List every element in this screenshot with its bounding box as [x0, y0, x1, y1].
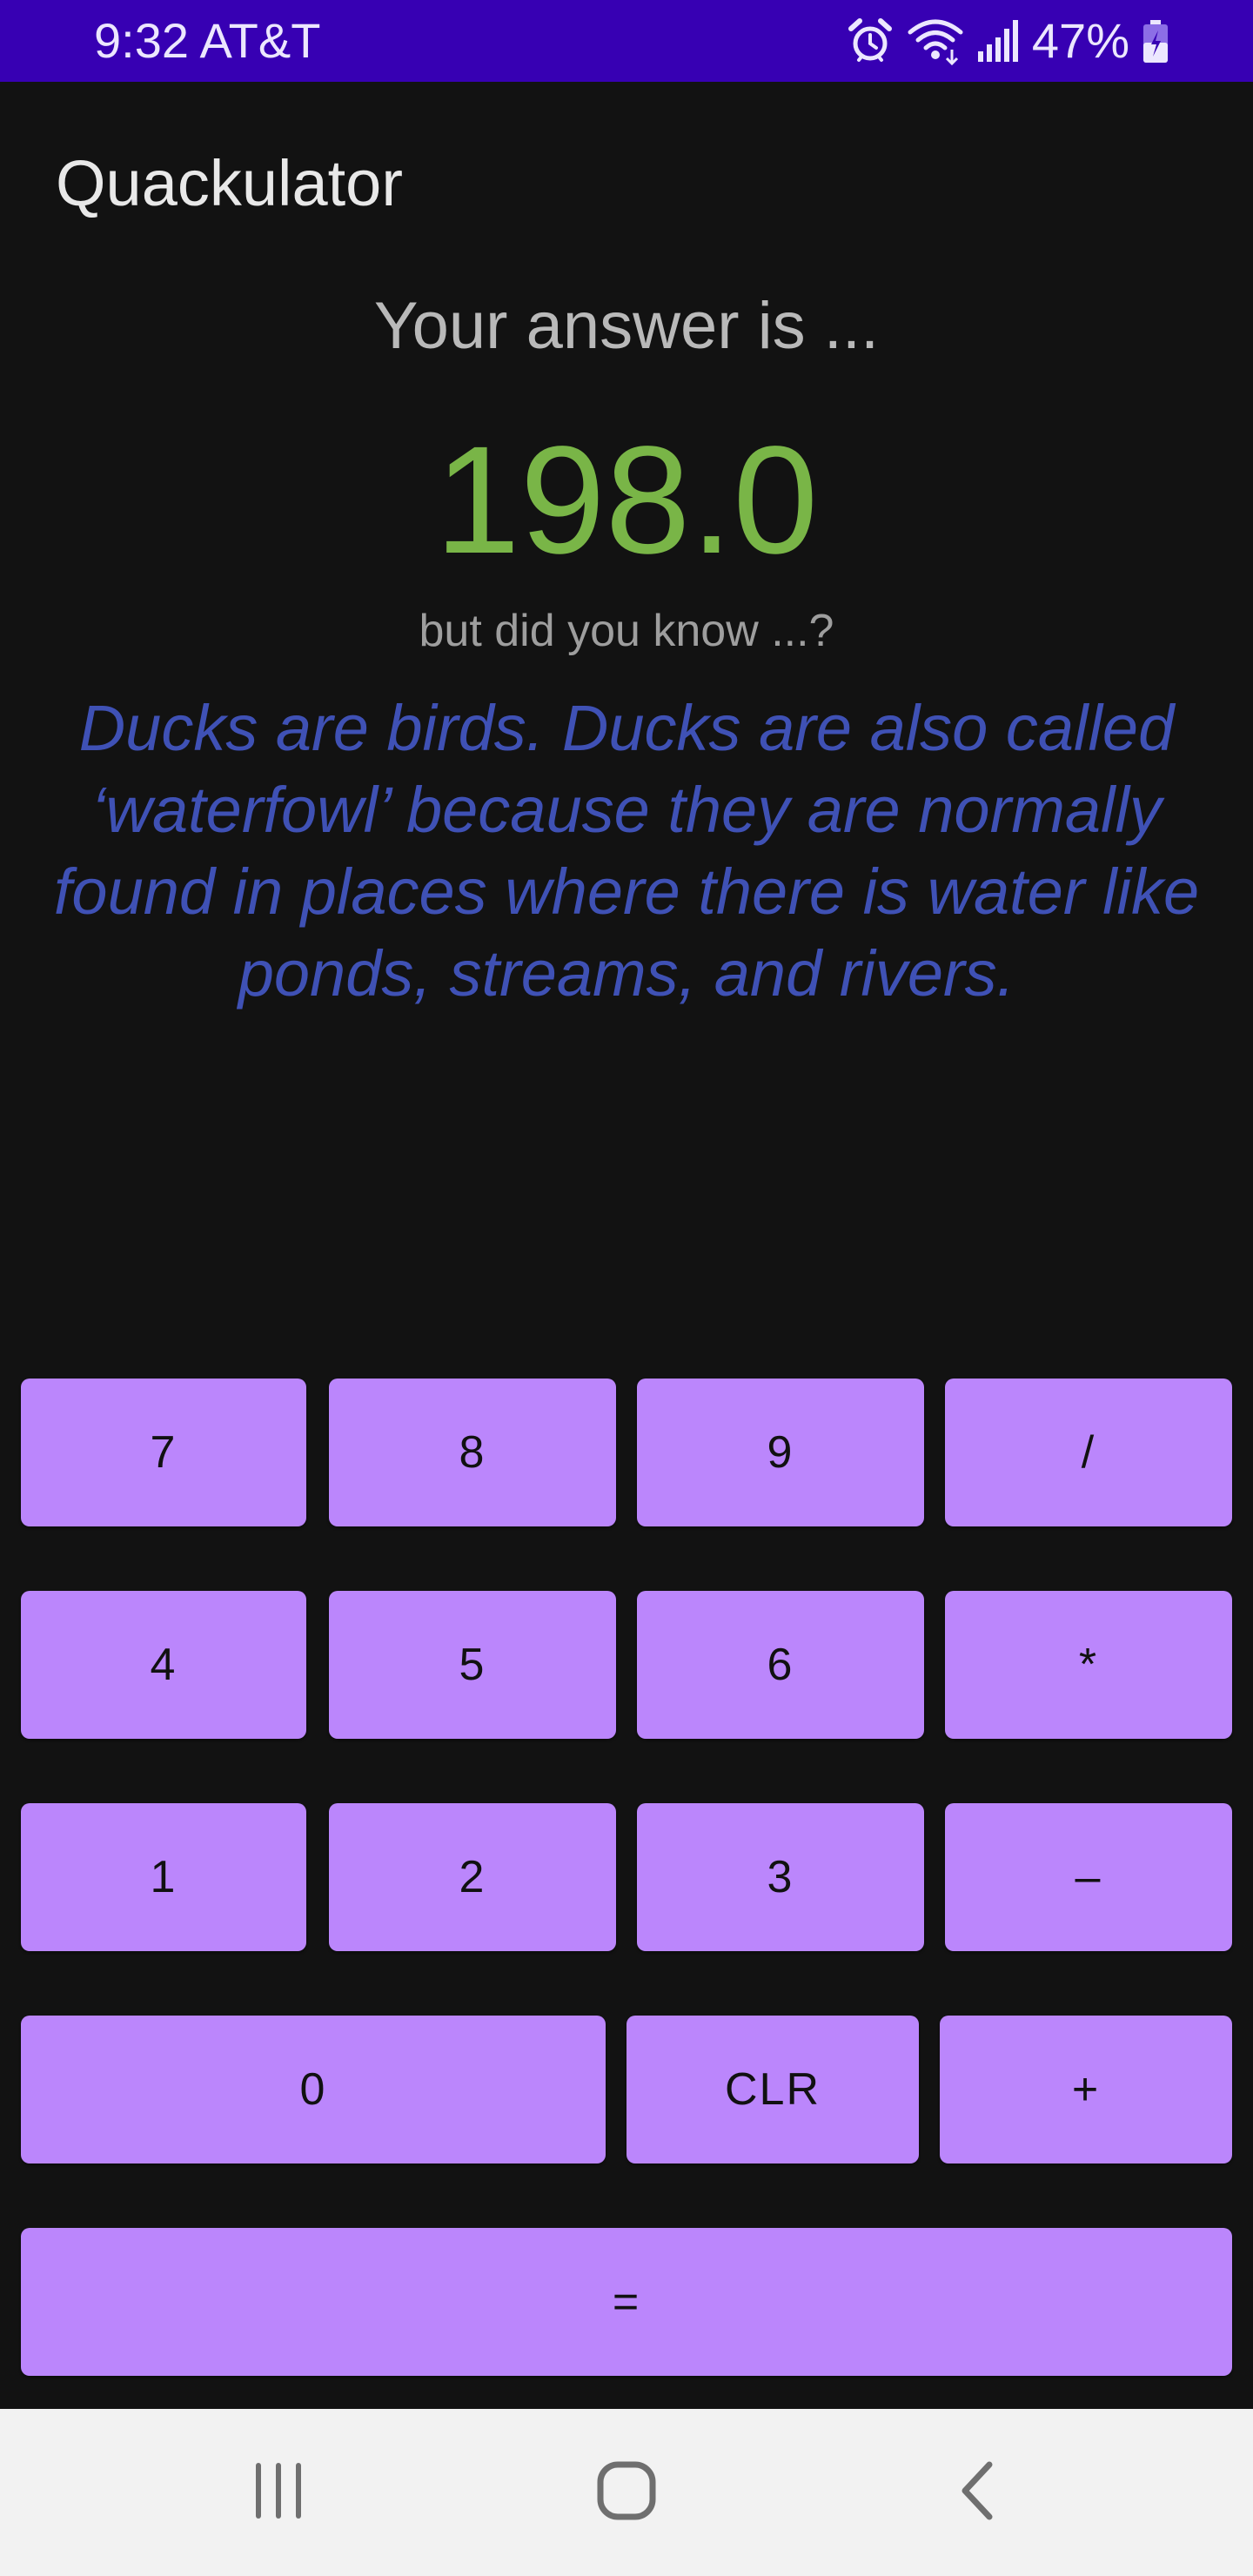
app-title: Quackulator	[56, 147, 403, 219]
back-icon	[956, 2460, 1000, 2526]
recent-apps-button[interactable]	[191, 2409, 365, 2576]
key-add[interactable]: +	[940, 2016, 1232, 2163]
home-button[interactable]	[539, 2409, 714, 2576]
status-icons: 47%	[846, 10, 1169, 71]
status-bar: 9:32 AT&T 47%	[0, 0, 1253, 82]
back-button[interactable]	[891, 2409, 1065, 2576]
key-equals[interactable]: =	[21, 2228, 1232, 2376]
navigation-bar	[0, 2409, 1253, 2576]
answer-value: 198.0	[434, 415, 819, 586]
recent-apps-icon	[251, 2461, 306, 2525]
alarm-icon	[846, 17, 895, 65]
battery-percent: 47%	[1031, 13, 1129, 68]
key-5[interactable]: 5	[329, 1591, 616, 1739]
duck-fact: Ducks are birds. Ducks are also called ‘…	[53, 692, 1200, 1010]
key-multiply[interactable]: *	[945, 1591, 1232, 1739]
key-9[interactable]: 9	[637, 1379, 924, 1526]
key-6[interactable]: 6	[637, 1591, 924, 1739]
signal-icon	[976, 17, 1020, 65]
battery-icon	[1142, 17, 1169, 65]
home-icon	[596, 2460, 657, 2526]
screen: 9:32 AT&T 47% Quackulator Your answer is…	[0, 0, 1253, 2576]
key-0[interactable]: 0	[21, 2016, 606, 2163]
key-divide[interactable]: /	[945, 1379, 1232, 1526]
key-clear[interactable]: CLR	[626, 2016, 919, 2163]
key-8[interactable]: 8	[329, 1379, 616, 1526]
key-4[interactable]: 4	[21, 1591, 306, 1739]
key-3[interactable]: 3	[637, 1803, 924, 1951]
answer-heading: Your answer is ...	[373, 289, 880, 363]
wifi-icon	[907, 17, 964, 65]
status-time-carrier: 9:32 AT&T	[94, 13, 321, 68]
key-subtract[interactable]: –	[945, 1803, 1232, 1951]
key-2[interactable]: 2	[329, 1803, 616, 1951]
key-7[interactable]: 7	[21, 1379, 306, 1526]
key-1[interactable]: 1	[21, 1803, 306, 1951]
fact-intro: but did you know ...?	[419, 606, 834, 656]
